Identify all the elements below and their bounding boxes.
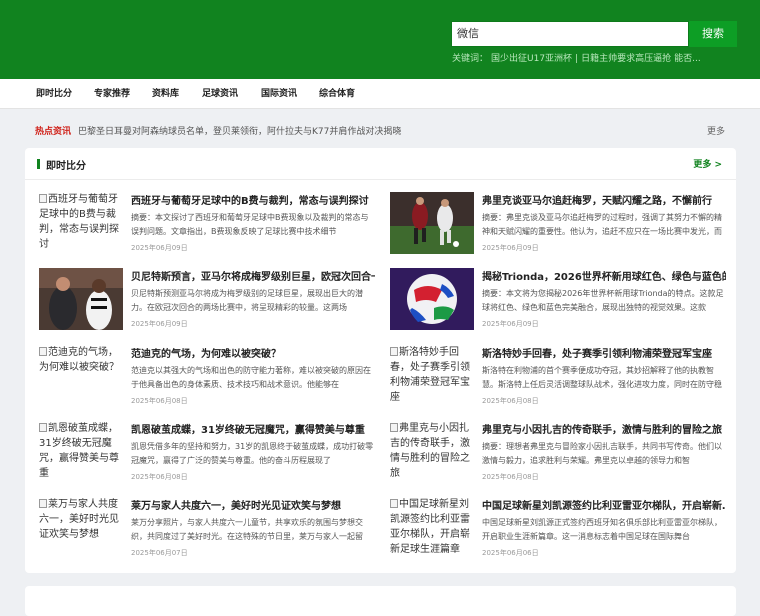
article-thumbnail[interactable] xyxy=(39,268,123,330)
search-input[interactable]: 微信 xyxy=(451,21,689,47)
article-card[interactable]: 弗里克与小因扎吉的传奇联手，激情与胜利的冒险之旅 弗里克与小因扎吉的传奇联手，激… xyxy=(390,421,726,487)
article-title[interactable]: 贝尼特斯预言，亚马尔将成梅罗级别巨星，欧冠次回合一 xyxy=(131,268,375,283)
world-cup-ball-photo xyxy=(390,268,474,330)
article-card[interactable]: 斯洛特妙手回春，处子赛季引领利物浦荣登冠军宝座 斯洛特妙手回春，处子赛季引领利物… xyxy=(390,345,726,411)
article-summary: 摘要：弗里克谈及亚马尔追赶梅罗的过程时，强调了其努力不懈的精神和天赋闪耀的重要性… xyxy=(482,213,722,236)
football-players-photo xyxy=(390,192,474,254)
article-summary: 斯洛特在利物浦的首个赛季便成功夺冠，其妙招解释了他的执教智慧。斯洛特上任后灵活调… xyxy=(482,366,722,389)
image-alt-text: 莱万与家人共度六一，美好时光见证欢笑与梦想 xyxy=(39,499,119,540)
article-date: 2025年06月09日 xyxy=(131,320,188,328)
article-date: 2025年06月09日 xyxy=(482,244,539,252)
panel-title-accent xyxy=(37,159,40,169)
article-thumbnail[interactable]: 斯洛特妙手回春，处子赛季引领利物浦荣登冠军宝座 xyxy=(390,345,474,407)
broken-image-icon xyxy=(390,499,398,508)
article-title[interactable]: 斯洛特妙手回春，处子赛季引领利物浦荣登冠军宝座 xyxy=(482,345,726,360)
nav-item-football-news[interactable]: 足球资讯 xyxy=(202,79,238,109)
article-summary: 摘要：本文将为您揭秘2026年世界杯新用球Trionda的特点。这款足球将红色、… xyxy=(482,289,724,312)
nav-item-general-sports[interactable]: 综合体育 xyxy=(319,79,355,109)
article-date: 2025年06月08日 xyxy=(131,397,188,405)
nav-item-international-news[interactable]: 国际资讯 xyxy=(261,79,297,109)
article-title[interactable]: 凯恩破茧成蝶，31岁终破无冠魔咒，赢得赞美与尊重 xyxy=(131,421,375,436)
article-title[interactable]: 莱万与家人共度六一，美好时光见证欢笑与梦想 xyxy=(131,497,375,512)
broken-image-icon xyxy=(390,423,398,432)
hot-keywords: 关键词： 国少出征U17亚洲杯 | 日籍主帅要求高压逼抢 能否... xyxy=(452,51,704,64)
image-alt-text: 凯恩破茧成蝶，31岁终破无冠魔咒，赢得赞美与尊重 xyxy=(39,423,119,479)
next-section-panel xyxy=(25,586,736,616)
image-alt-text: 中国足球新星刘凯源签约比利亚雷亚尔梯队，开启崭新足球生涯篇章 xyxy=(390,499,470,555)
article-title[interactable]: 西班牙与葡萄牙足球中的B费与裁判，常态与误判探讨 xyxy=(131,192,375,207)
article-title[interactable]: 揭秘Trionda，2026世界杯新用球红色、绿色与蓝色的… xyxy=(482,268,726,283)
search-button[interactable]: 搜索 xyxy=(689,21,737,47)
article-title[interactable]: 弗里克谈亚马尔追赶梅罗，天赋闪耀之路，不懈前行 xyxy=(482,192,726,207)
hot-news-tag: 热点资讯 xyxy=(35,127,72,137)
article-summary: 莱万分享照片，与家人共度六一儿童节，共享欢乐的氛围与梦想交织，共同度过了美好时光… xyxy=(131,518,363,541)
hot-keyword[interactable]: 日籍主帅要求高压逼抢 xyxy=(581,54,671,64)
image-alt-text: 弗里克与小因扎吉的传奇联手，激情与胜利的冒险之旅 xyxy=(390,423,470,479)
article-card[interactable]: 凯恩破茧成蝶，31岁终破无冠魔咒，赢得赞美与尊重 凯恩破茧成蝶，31岁终破无冠魔… xyxy=(39,421,375,487)
article-card[interactable]: 弗里克谈亚马尔追赶梅罗，天赋闪耀之路，不懈前行 摘要：弗里克谈及亚马尔追赶梅罗的… xyxy=(390,192,726,258)
panel-header: 即时比分 更多 > xyxy=(25,148,736,180)
broken-image-icon xyxy=(39,194,47,203)
broken-image-icon xyxy=(39,347,47,356)
article-thumbnail[interactable]: 中国足球新星刘凯源签约比利亚雷亚尔梯队，开启崭新足球生涯篇章 xyxy=(390,497,474,559)
article-date: 2025年06月09日 xyxy=(131,244,188,252)
panel-title: 即时比分 xyxy=(46,161,86,172)
article-date: 2025年06月09日 xyxy=(482,320,539,328)
article-date: 2025年06月08日 xyxy=(482,397,539,405)
hot-news-link[interactable]: 巴黎圣日耳曼对阿森纳球员名单，登贝莱领衔，阿什拉夫与K77并肩作战对决揭晓 xyxy=(78,124,401,137)
article-date: 2025年06月08日 xyxy=(131,473,188,481)
broken-image-icon xyxy=(390,347,398,356)
image-alt-text: 西班牙与葡萄牙足球中的B费与裁判，常态与误判探讨 xyxy=(39,194,119,250)
image-alt-text: 范迪克的气场，为何难以被突破？ xyxy=(39,347,119,373)
article-card[interactable]: 中国足球新星刘凯源签约比利亚雷亚尔梯队，开启崭新足球生涯篇章 中国足球新星刘凯源… xyxy=(390,497,726,563)
article-date: 2025年06月07日 xyxy=(131,549,188,557)
article-card[interactable]: 西班牙与葡萄牙足球中的B费与裁判，常态与误判探讨 西班牙与葡萄牙足球中的B费与裁… xyxy=(39,192,375,258)
image-alt-text: 斯洛特妙手回春，处子赛季引领利物浦荣登冠军宝座 xyxy=(390,347,470,403)
article-date: 2025年06月08日 xyxy=(482,473,539,481)
broken-image-icon xyxy=(39,423,47,432)
article-card[interactable]: 莱万与家人共度六一，美好时光见证欢笑与梦想 莱万与家人共度六一，美好时光见证欢笑… xyxy=(39,497,375,563)
article-title[interactable]: 范迪克的气场，为何难以被突破？ xyxy=(131,345,375,360)
article-title[interactable]: 中国足球新星刘凯源签约比利亚雷亚尔梯队，开启崭新… xyxy=(482,497,726,512)
separator: | xyxy=(575,54,579,64)
main-nav: 即时比分 专家推荐 资料库 足球资讯 国际资讯 综合体育 xyxy=(0,79,760,109)
article-thumbnail[interactable]: 西班牙与葡萄牙足球中的B费与裁判，常态与误判探讨 xyxy=(39,192,123,254)
article-date: 2025年06月06日 xyxy=(482,549,539,557)
article-thumbnail[interactable]: 弗里克与小因扎吉的传奇联手，激情与胜利的冒险之旅 xyxy=(390,421,474,483)
article-card[interactable]: 贝尼特斯预言，亚马尔将成梅罗级别巨星，欧冠次回合一 贝尼特斯预测亚马尔将成为梅罗… xyxy=(39,268,375,334)
hot-news-ticker: 热点资讯 巴黎圣日耳曼对阿森纳球员名单，登贝莱领衔，阿什拉夫与K77并肩作战对决… xyxy=(25,116,736,144)
article-thumbnail[interactable]: 范迪克的气场，为何难以被突破？ xyxy=(39,345,123,407)
nav-item-live-scores[interactable]: 即时比分 xyxy=(36,79,72,109)
hot-keyword[interactable]: 国少出征U17亚洲杯 xyxy=(491,54,572,64)
article-card[interactable]: 揭秘Trionda，2026世界杯新用球红色、绿色与蓝色的… 摘要：本文将为您揭… xyxy=(390,268,726,334)
hot-news-more-link[interactable]: 更多 xyxy=(707,124,725,137)
broken-image-icon xyxy=(39,499,47,508)
article-summary: 贝尼特斯预测亚马尔将成为梅罗级别的足球巨星，展现出巨大的潜力。在欧冠次回合的两场… xyxy=(131,289,363,312)
article-thumbnail[interactable]: 莱万与家人共度六一，美好时光见证欢笑与梦想 xyxy=(39,497,123,559)
coach-and-player-photo xyxy=(39,268,123,330)
live-scores-panel: 即时比分 更多 > 西班牙与葡萄牙足球中的B费与裁判，常态与误判探讨 西班牙与葡… xyxy=(25,148,736,573)
site-header: 微信 搜索 关键词： 国少出征U17亚洲杯 | 日籍主帅要求高压逼抢 能否... xyxy=(0,0,760,79)
article-summary: 凯恩凭借多年的坚持和努力，31岁的凯恩终于破茧成蝶，成功打破零冠魔咒，赢得了广泛… xyxy=(131,442,374,465)
article-thumbnail[interactable] xyxy=(390,192,474,254)
nav-item-expert-picks[interactable]: 专家推荐 xyxy=(94,79,130,109)
nav-item-database[interactable]: 资料库 xyxy=(152,79,179,109)
article-thumbnail[interactable]: 凯恩破茧成蝶，31岁终破无冠魔咒，赢得赞美与尊重 xyxy=(39,421,123,483)
article-summary: 中国足球新星刘凯源正式签约西班牙知名俱乐部比利亚雷亚尔梯队，开启职业生涯新篇章。… xyxy=(482,518,722,541)
article-summary: 范迪克以其强大的气场和出色的防守能力著称，难以被突破的原因在于他具备出色的身体素… xyxy=(131,366,371,389)
hot-keyword[interactable]: 能否... xyxy=(674,54,701,64)
article-summary: 摘要：本文探讨了西班牙和葡萄牙足球中B费现象以及裁判的常态与误判问题。文章指出，… xyxy=(131,213,369,236)
hot-keywords-label: 关键词： xyxy=(452,54,489,64)
article-summary: 摘要：理想者弗里克与冒险家小因扎吉联手，共同书写传奇。他们以激情与毅力，追求胜利… xyxy=(482,442,722,465)
article-title[interactable]: 弗里克与小因扎吉的传奇联手，激情与胜利的冒险之旅 xyxy=(482,421,726,436)
article-card[interactable]: 范迪克的气场，为何难以被突破？ 范迪克的气场，为何难以被突破？ 范迪克以其强大的… xyxy=(39,345,375,411)
panel-more-link[interactable]: 更多 > xyxy=(693,157,722,170)
article-thumbnail[interactable] xyxy=(390,268,474,330)
